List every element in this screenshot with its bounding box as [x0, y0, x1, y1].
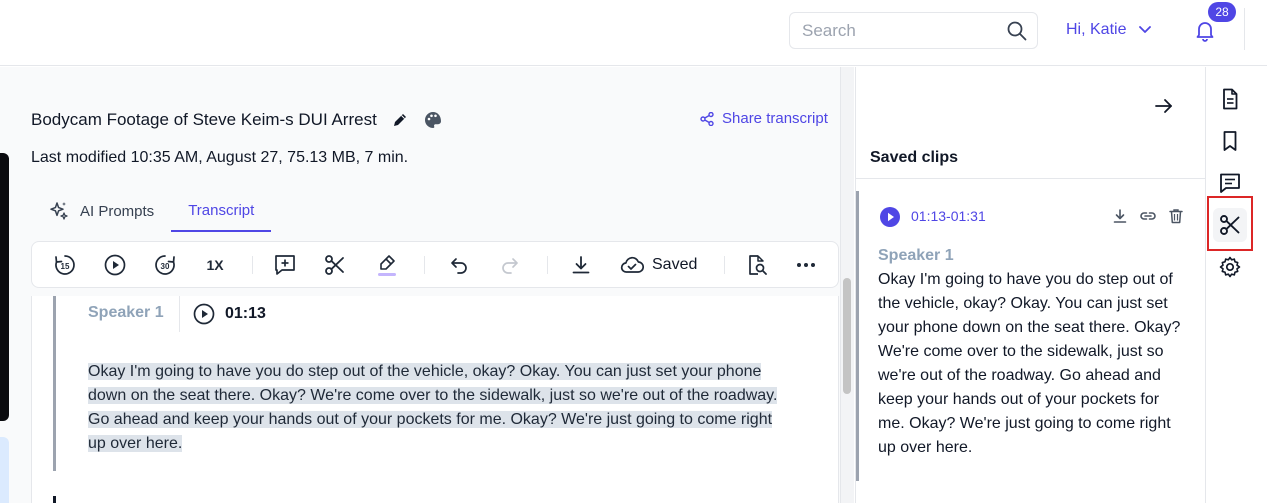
user-menu[interactable]: Hi, Katie — [1066, 18, 1152, 42]
tab-label: Transcript — [188, 201, 255, 219]
tab-ai-prompts[interactable]: AI Prompts — [31, 190, 171, 232]
download-icon[interactable] — [1112, 208, 1128, 224]
playback-speed-button[interactable]: 1X — [202, 253, 228, 277]
saved-label: Saved — [652, 256, 698, 273]
document-meta: Last modified 10:35 AM, August 27, 75.13… — [31, 149, 409, 166]
divider — [547, 256, 548, 274]
divider — [724, 256, 725, 274]
notification-badge: 28 — [1208, 2, 1236, 22]
sparkle-icon — [48, 200, 70, 222]
segment-text[interactable]: Okay I'm going to have you do step out o… — [88, 360, 788, 456]
scrollbar-thumb[interactable] — [843, 278, 851, 394]
clip-speaker-label: Speaker 1 — [878, 247, 954, 264]
video-preview[interactable] — [0, 153, 9, 421]
trash-icon[interactable] — [1168, 208, 1184, 224]
segment-indicator — [53, 496, 56, 503]
play-icon — [193, 303, 215, 325]
bell-icon[interactable] — [1193, 18, 1217, 42]
greeting-label: Hi, Katie — [1066, 21, 1127, 38]
segment-indicator — [53, 296, 56, 471]
speaker-label[interactable]: Speaker 1 — [88, 304, 164, 322]
search-input[interactable] — [802, 13, 1002, 48]
link-icon[interactable] — [1139, 208, 1157, 224]
svg-text:30: 30 — [161, 262, 170, 271]
document-header: Bodycam Footage of Steve Keim-s DUI Arre… — [31, 108, 443, 132]
play-icon[interactable] — [103, 253, 127, 277]
tab-label: AI Prompts — [80, 202, 155, 220]
clip-indicator — [856, 191, 859, 481]
forward-30-icon[interactable]: 30 — [153, 253, 177, 277]
share-transcript-label: Share transcript — [722, 110, 828, 127]
divider — [179, 296, 180, 332]
settings-icon[interactable] — [1218, 255, 1242, 279]
undo-icon[interactable] — [446, 253, 470, 277]
saved-status: Saved — [620, 253, 710, 277]
top-bar: Hi, Katie 28 — [0, 0, 1267, 66]
tab-transcript[interactable]: Transcript — [171, 190, 272, 232]
document-title: Bodycam Footage of Steve Keim-s DUI Arre… — [31, 110, 377, 129]
chevron-down-icon — [1138, 25, 1152, 35]
palette-icon[interactable] — [423, 110, 443, 130]
add-comment-icon[interactable] — [273, 253, 297, 277]
player-toolbar: 15 30 1X Saved — [31, 241, 839, 288]
divider — [252, 256, 253, 274]
clip-play-icon[interactable] — [879, 206, 901, 228]
redo-icon[interactable] — [499, 253, 523, 277]
pencil-icon[interactable] — [391, 111, 409, 129]
search-document-icon[interactable] — [745, 253, 769, 277]
divider — [855, 178, 1205, 179]
download-icon[interactable] — [569, 253, 593, 277]
transcript-panel: Speaker 1 01:13 Okay I'm going to have y… — [31, 296, 839, 503]
bookmark-icon[interactable] — [1218, 129, 1242, 153]
segment-text-highlighted: Okay I'm going to have you do step out o… — [88, 363, 778, 452]
clip-text: Okay I'm going to have you do step out o… — [878, 271, 1181, 456]
tab-bar: AI Prompts Transcript — [31, 190, 272, 232]
divider — [1244, 8, 1245, 50]
arrow-right-icon[interactable] — [1153, 95, 1175, 117]
segment-timestamp[interactable]: 01:13 — [193, 303, 266, 325]
share-icon — [700, 111, 714, 126]
divider — [424, 256, 425, 274]
comments-icon[interactable] — [1218, 171, 1242, 195]
search-box[interactable] — [789, 12, 1038, 49]
highlighter-icon[interactable] — [375, 253, 399, 277]
svg-text:15: 15 — [61, 262, 70, 271]
scissors-icon[interactable] — [323, 253, 347, 277]
share-transcript-link[interactable]: Share transcript — [700, 110, 828, 127]
more-icon[interactable] — [794, 253, 818, 277]
clip-time-range: 01:13-01:31 — [911, 208, 986, 224]
video-preview-secondary — [0, 437, 9, 503]
active-selection-outline — [1207, 196, 1253, 251]
cloud-saved-icon — [620, 255, 644, 275]
saved-clips-title: Saved clips — [870, 149, 959, 166]
document-icon[interactable] — [1218, 87, 1242, 111]
search-icon[interactable] — [1007, 21, 1027, 41]
segment-time-label: 01:13 — [225, 305, 266, 322]
rewind-15-icon[interactable]: 15 — [53, 253, 77, 277]
